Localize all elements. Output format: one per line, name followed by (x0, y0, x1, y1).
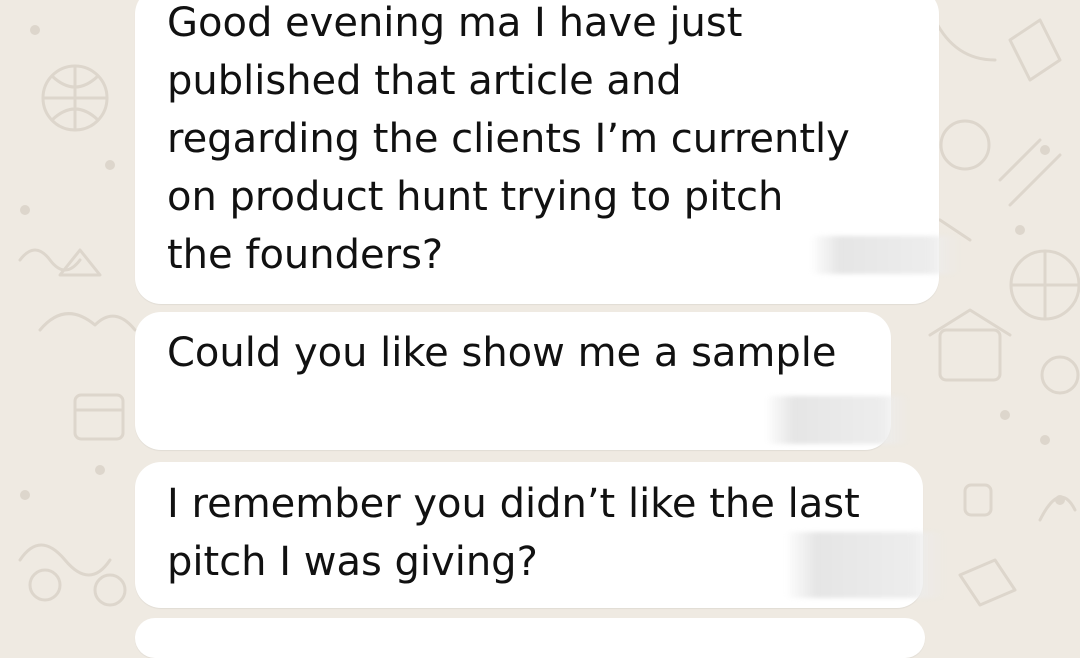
calendar-doodle-icon (73, 393, 125, 441)
ball-doodle-icon (1009, 249, 1080, 321)
lamp-doodle-icon (58, 248, 102, 277)
cloud-doodle-icon (38, 312, 137, 332)
message-bubble-3[interactable]: I remember you didn’t like the last pitc… (135, 462, 945, 608)
bike-doodle-icon (18, 543, 112, 577)
lock-doodle-icon (963, 483, 993, 517)
pencil-doodle-icon (998, 138, 1062, 207)
message-bubble-2[interactable]: Could you like show me a sample (135, 312, 910, 450)
globe-doodle-icon (41, 64, 109, 132)
message-meta-redacted (785, 532, 945, 598)
message-meta-redacted (810, 236, 960, 274)
house-doodle-icon (938, 328, 1002, 382)
message-bubble-1[interactable]: Good evening ma I have just published th… (135, 0, 960, 304)
circle-doodle-icon-2 (1040, 355, 1080, 395)
message-meta-redacted (765, 396, 910, 444)
wave-doodle-icon (18, 248, 82, 272)
message-bubble-4[interactable] (135, 618, 925, 658)
message-text: Could you like show me a sample (167, 330, 837, 376)
kite-doodle-icon (958, 558, 1017, 607)
leaf-doodle-icon (1038, 495, 1077, 522)
message-text: Good evening ma I have just published th… (167, 0, 850, 278)
chair-doodle-icon (1008, 18, 1062, 82)
moon-doodle-icon (933, 18, 997, 62)
circle-doodle-icon (939, 119, 991, 171)
